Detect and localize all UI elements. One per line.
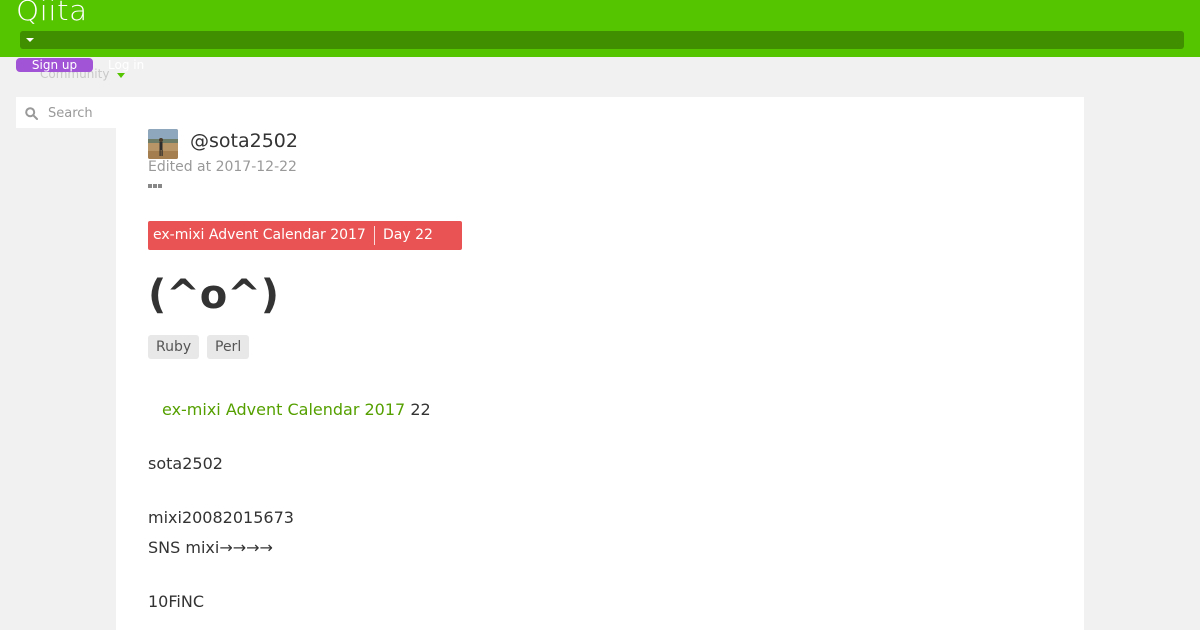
more-options-icon[interactable] [148,183,164,189]
tag-ruby[interactable]: Ruby [148,335,200,359]
article-title: (^o^) [148,272,280,318]
body-calendar-line: ex-mixi Advent Calendar 2017 22 [162,400,431,419]
login-link[interactable]: Log in [108,58,144,72]
advent-calendar-link[interactable]: ex-mixi Advent Calendar 2017 [162,400,405,419]
search-icon [25,107,38,120]
tag-perl[interactable]: Perl [207,335,250,359]
advent-calendar-day: Day 22 [383,227,433,243]
qiita-logo[interactable]: Qiita [16,0,88,27]
advent-calendar-name: ex-mixi Advent Calendar 2017 [153,227,366,243]
caret-down-icon[interactable] [26,38,34,42]
caret-down-icon[interactable] [117,73,125,78]
calendar-day-text: 22 [410,400,431,419]
body-paragraph: sota2502 [148,454,223,473]
author-username[interactable]: @sota2502 [190,130,298,152]
avatar[interactable] [148,129,178,159]
avatar-image [148,129,178,159]
edited-date: Edited at 2017-12-22 [148,159,297,175]
advent-calendar-badge[interactable]: ex-mixi Advent Calendar 2017 Day 22 [148,221,462,250]
body-paragraph: mixi20082015673 [148,508,294,527]
badge-divider [374,226,375,245]
body-paragraph: SNS mixi→→→→ [148,538,273,557]
sub-navigation-bar[interactable] [20,31,1184,49]
signup-button[interactable]: Sign up [16,58,93,72]
body-paragraph: 10FiNC [148,592,204,611]
